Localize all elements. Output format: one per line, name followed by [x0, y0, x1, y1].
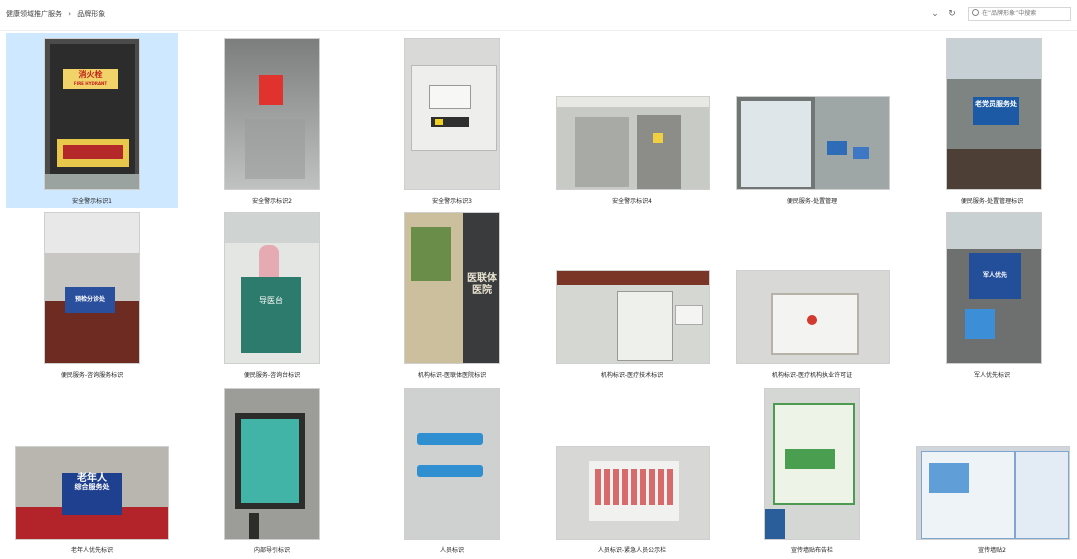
- thumbnail: [556, 96, 710, 190]
- sign-text-en: FIRE HYDRANT: [73, 81, 108, 86]
- elderly-service-sign: 老年人 综合服务处: [62, 473, 122, 515]
- file-name[interactable]: 安全警示标识3: [366, 196, 538, 205]
- thumbnail: [556, 446, 710, 540]
- search-input[interactable]: 在“品牌形象”中搜索: [968, 7, 1071, 21]
- file-name[interactable]: 军人优先标识: [906, 370, 1077, 379]
- breadcrumb-current[interactable]: 品牌形象: [77, 10, 105, 18]
- file-item-12[interactable]: 军人优先 军人优先标识: [906, 210, 1077, 380]
- thumbnail: 老党员服务处: [946, 38, 1042, 190]
- file-name[interactable]: 安全警示标识4: [546, 196, 718, 205]
- refresh-icon[interactable]: ↻: [946, 8, 958, 20]
- thumbnail: [916, 446, 1070, 540]
- breadcrumb-separator: ›: [68, 10, 72, 18]
- file-name[interactable]: 内部导引标识: [186, 545, 358, 554]
- file-name[interactable]: 机构标识-医疗机构执业许可证: [726, 370, 898, 379]
- thumbnail: [736, 96, 890, 190]
- chevron-down-icon[interactable]: ⌄: [929, 8, 941, 20]
- file-name[interactable]: 便民服务-咨询台标识: [186, 370, 358, 379]
- file-item-14[interactable]: 内部导引标识: [186, 384, 358, 559]
- thumbnail: 老年人 综合服务处: [15, 446, 169, 540]
- file-name[interactable]: 安全警示标识1: [6, 196, 178, 205]
- thumbnail: [736, 270, 890, 364]
- file-item-15[interactable]: 人员标识: [366, 384, 538, 559]
- file-item-7[interactable]: 预检分诊处 便民服务-咨询服务标识: [6, 210, 178, 380]
- file-item-9[interactable]: 医联体医院 机构标识-医联体医院标识: [366, 210, 538, 380]
- thumbnail: [556, 270, 710, 364]
- search-icon: [972, 9, 979, 16]
- triage-sign: 预检分诊处: [65, 287, 115, 313]
- file-name[interactable]: 宣传墙贴2: [906, 545, 1077, 554]
- file-name[interactable]: 老年人优先标识: [6, 545, 178, 554]
- file-item-2[interactable]: 安全警示标识2: [186, 33, 358, 208]
- military-priority-sign: 军人优先: [969, 253, 1021, 299]
- file-name[interactable]: 便民服务-处置管理: [726, 196, 898, 205]
- file-name[interactable]: 宣传墙贴布告栏: [726, 545, 898, 554]
- file-item-10[interactable]: 机构标识-医疗技术标识: [546, 210, 718, 380]
- hospital-plaque: 医联体医院: [467, 273, 497, 296]
- file-item-3[interactable]: 安全警示标识3: [366, 33, 538, 208]
- thumbnail: 预检分诊处: [44, 212, 140, 364]
- title-bar: 健康领域推广服务 › 品牌形象 ⌄ ↻ 在“品牌形象”中搜索: [0, 0, 1077, 31]
- breadcrumb-root[interactable]: 健康领域推广服务: [6, 10, 62, 18]
- file-name[interactable]: 机构标识-医联体医院标识: [366, 370, 538, 379]
- thumbnail: 医联体医院: [404, 212, 500, 364]
- file-item-16[interactable]: 人员标识-紧急人员公示栏: [546, 384, 718, 559]
- breadcrumb: 健康领域推广服务 › 品牌形象: [6, 9, 109, 19]
- veteran-service-sign: 老党员服务处: [973, 97, 1019, 125]
- help-desk-text: 导医台: [259, 296, 283, 305]
- file-name[interactable]: 便民服务-咨询服务标识: [6, 370, 178, 379]
- thumbnail: [404, 388, 500, 540]
- file-name[interactable]: 安全警示标识2: [186, 196, 358, 205]
- sign-text: 消火栓: [78, 70, 103, 79]
- thumbnail: 消火栓 FIRE HYDRANT: [44, 38, 140, 190]
- fire-hydrant-sign: 消火栓 FIRE HYDRANT: [63, 69, 118, 89]
- file-item-4[interactable]: 安全警示标识4: [546, 33, 718, 208]
- thumbnail: 军人优先: [946, 212, 1042, 364]
- file-item-8[interactable]: 导医台 便民服务-咨询台标识: [186, 210, 358, 380]
- file-name[interactable]: 人员标识: [366, 545, 538, 554]
- search-placeholder: 在“品牌形象”中搜索: [982, 10, 1037, 17]
- file-item-13[interactable]: 老年人 综合服务处 老年人优先标识: [6, 384, 178, 559]
- thumbnail: [404, 38, 500, 190]
- file-item-1[interactable]: 消火栓 FIRE HYDRANT 安全警示标识1: [6, 33, 178, 208]
- thumbnail: 导医台: [224, 212, 320, 364]
- file-item-6[interactable]: 老党员服务处 便民服务-处置管理标识: [906, 33, 1077, 208]
- file-item-5[interactable]: 便民服务-处置管理: [726, 33, 898, 208]
- thumbnail: [224, 388, 320, 540]
- file-item-11[interactable]: 机构标识-医疗机构执业许可证: [726, 210, 898, 380]
- thumbnail: [764, 388, 860, 540]
- file-name[interactable]: 人员标识-紧急人员公示栏: [546, 545, 718, 554]
- file-item-17[interactable]: 宣传墙贴布告栏: [726, 384, 898, 559]
- thumbnail: [224, 38, 320, 190]
- file-item-18[interactable]: 宣传墙贴2: [906, 384, 1077, 559]
- file-name[interactable]: 机构标识-医疗技术标识: [546, 370, 718, 379]
- file-name[interactable]: 便民服务-处置管理标识: [906, 196, 1077, 205]
